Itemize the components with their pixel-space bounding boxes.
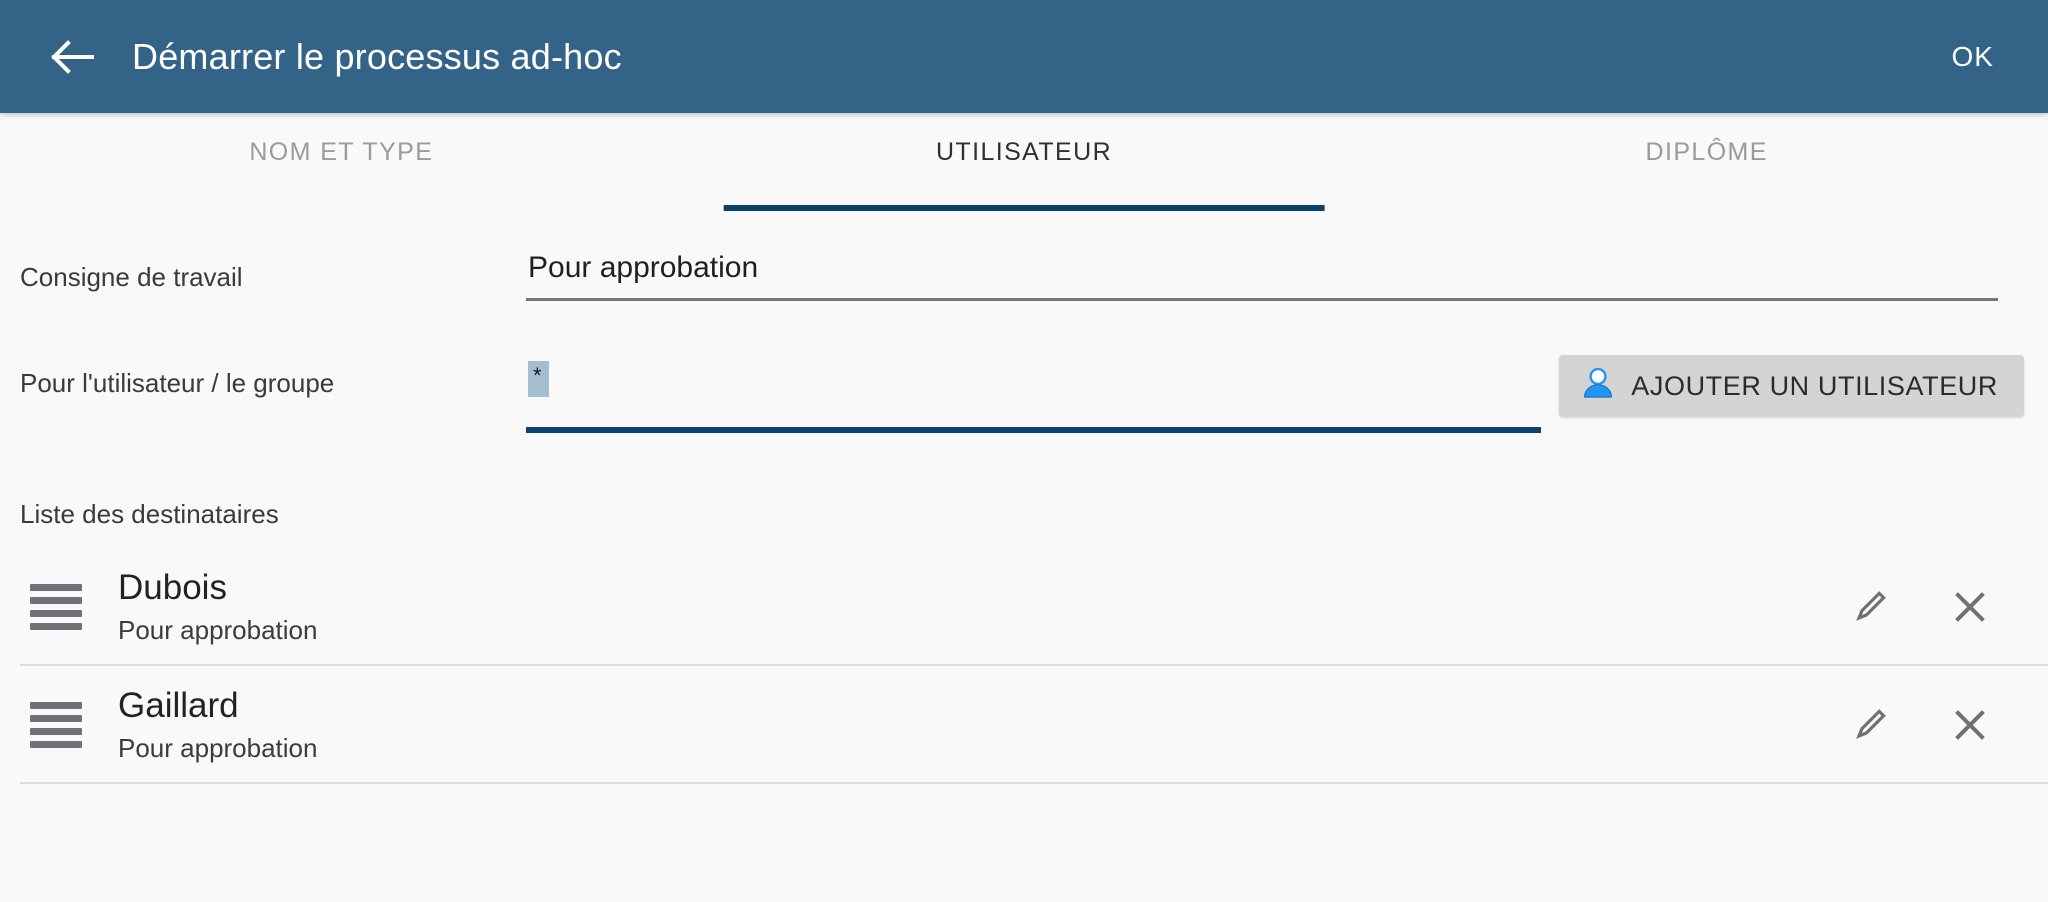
tab-nom-et-type[interactable]: NOM ET TYPE bbox=[0, 113, 683, 211]
pencil-icon bbox=[1850, 587, 1890, 627]
add-user-button[interactable]: AJOUTER UN UTILISATEUR bbox=[1559, 355, 2024, 417]
tab-utilisateur[interactable]: UTILISATEUR bbox=[683, 113, 1366, 211]
recipient-name: Dubois bbox=[118, 567, 227, 607]
consigne-input[interactable]: Pour approbation bbox=[526, 249, 1998, 301]
arrow-left-icon bbox=[51, 39, 95, 74]
drag-handle-icon[interactable] bbox=[20, 584, 92, 630]
drag-handle-icon[interactable] bbox=[20, 702, 92, 748]
row-pour-utilisateur: Pour l'utilisateur / le groupe * AJOUTER… bbox=[0, 355, 2048, 433]
ok-button[interactable]: OK bbox=[1938, 31, 2008, 83]
recipient-row[interactable]: Gaillard Pour approbation bbox=[0, 666, 2048, 784]
user-group-selected-text: * bbox=[528, 361, 549, 397]
add-user-button-label: AJOUTER UN UTILISATEUR bbox=[1631, 370, 1998, 401]
recipients-title: Liste des destinataires bbox=[20, 499, 279, 529]
recipient-texts: Gaillard Pour approbation bbox=[118, 686, 1842, 764]
user-group-input-value: * bbox=[526, 355, 1541, 427]
user-group-input[interactable]: * bbox=[526, 355, 1542, 433]
consigne-field: Pour approbation bbox=[526, 249, 2024, 301]
close-icon bbox=[1950, 587, 1990, 627]
recipient-name: Gaillard bbox=[118, 685, 239, 725]
pencil-icon bbox=[1850, 705, 1890, 745]
person-add-icon bbox=[1581, 366, 1615, 407]
recipient-subtitle: Pour approbation bbox=[118, 733, 318, 764]
page-title: Démarrer le processus ad-hoc bbox=[132, 35, 622, 77]
consigne-input-value: Pour approbation bbox=[528, 251, 759, 284]
row-consigne-de-travail: Consigne de travail Pour approbation bbox=[0, 249, 2048, 301]
recipients-list: Dubois Pour approbation Gaillard Pour ap… bbox=[0, 548, 2048, 784]
edit-recipient-button[interactable] bbox=[1842, 579, 1898, 635]
form-content: Consigne de travail Pour approbation Pou… bbox=[0, 249, 2048, 784]
tab-diplome[interactable]: DIPLÔME bbox=[1365, 113, 2048, 211]
app-bar: Démarrer le processus ad-hoc OK bbox=[0, 0, 2048, 113]
close-icon bbox=[1950, 705, 1990, 745]
edit-recipient-button[interactable] bbox=[1842, 697, 1898, 753]
delete-recipient-button[interactable] bbox=[1942, 697, 1998, 753]
user-group-label: Pour l'utilisateur / le groupe bbox=[20, 368, 335, 398]
back-button[interactable] bbox=[42, 26, 104, 88]
recipient-actions bbox=[1842, 579, 2024, 635]
recipient-actions bbox=[1842, 697, 2024, 753]
delete-recipient-button[interactable] bbox=[1942, 579, 1998, 635]
consigne-label: Consigne de travail bbox=[20, 262, 243, 292]
recipient-texts: Dubois Pour approbation bbox=[118, 568, 1842, 646]
user-group-input-underline bbox=[526, 427, 1542, 433]
tab-bar: NOM ET TYPE UTILISATEUR DIPLÔME bbox=[0, 113, 2048, 211]
recipient-row[interactable]: Dubois Pour approbation bbox=[0, 548, 2048, 666]
user-group-field: * AJOUTER UN UTILISATEUR bbox=[526, 355, 2024, 433]
consigne-input-underline bbox=[526, 298, 1998, 301]
recipient-subtitle: Pour approbation bbox=[118, 615, 318, 646]
